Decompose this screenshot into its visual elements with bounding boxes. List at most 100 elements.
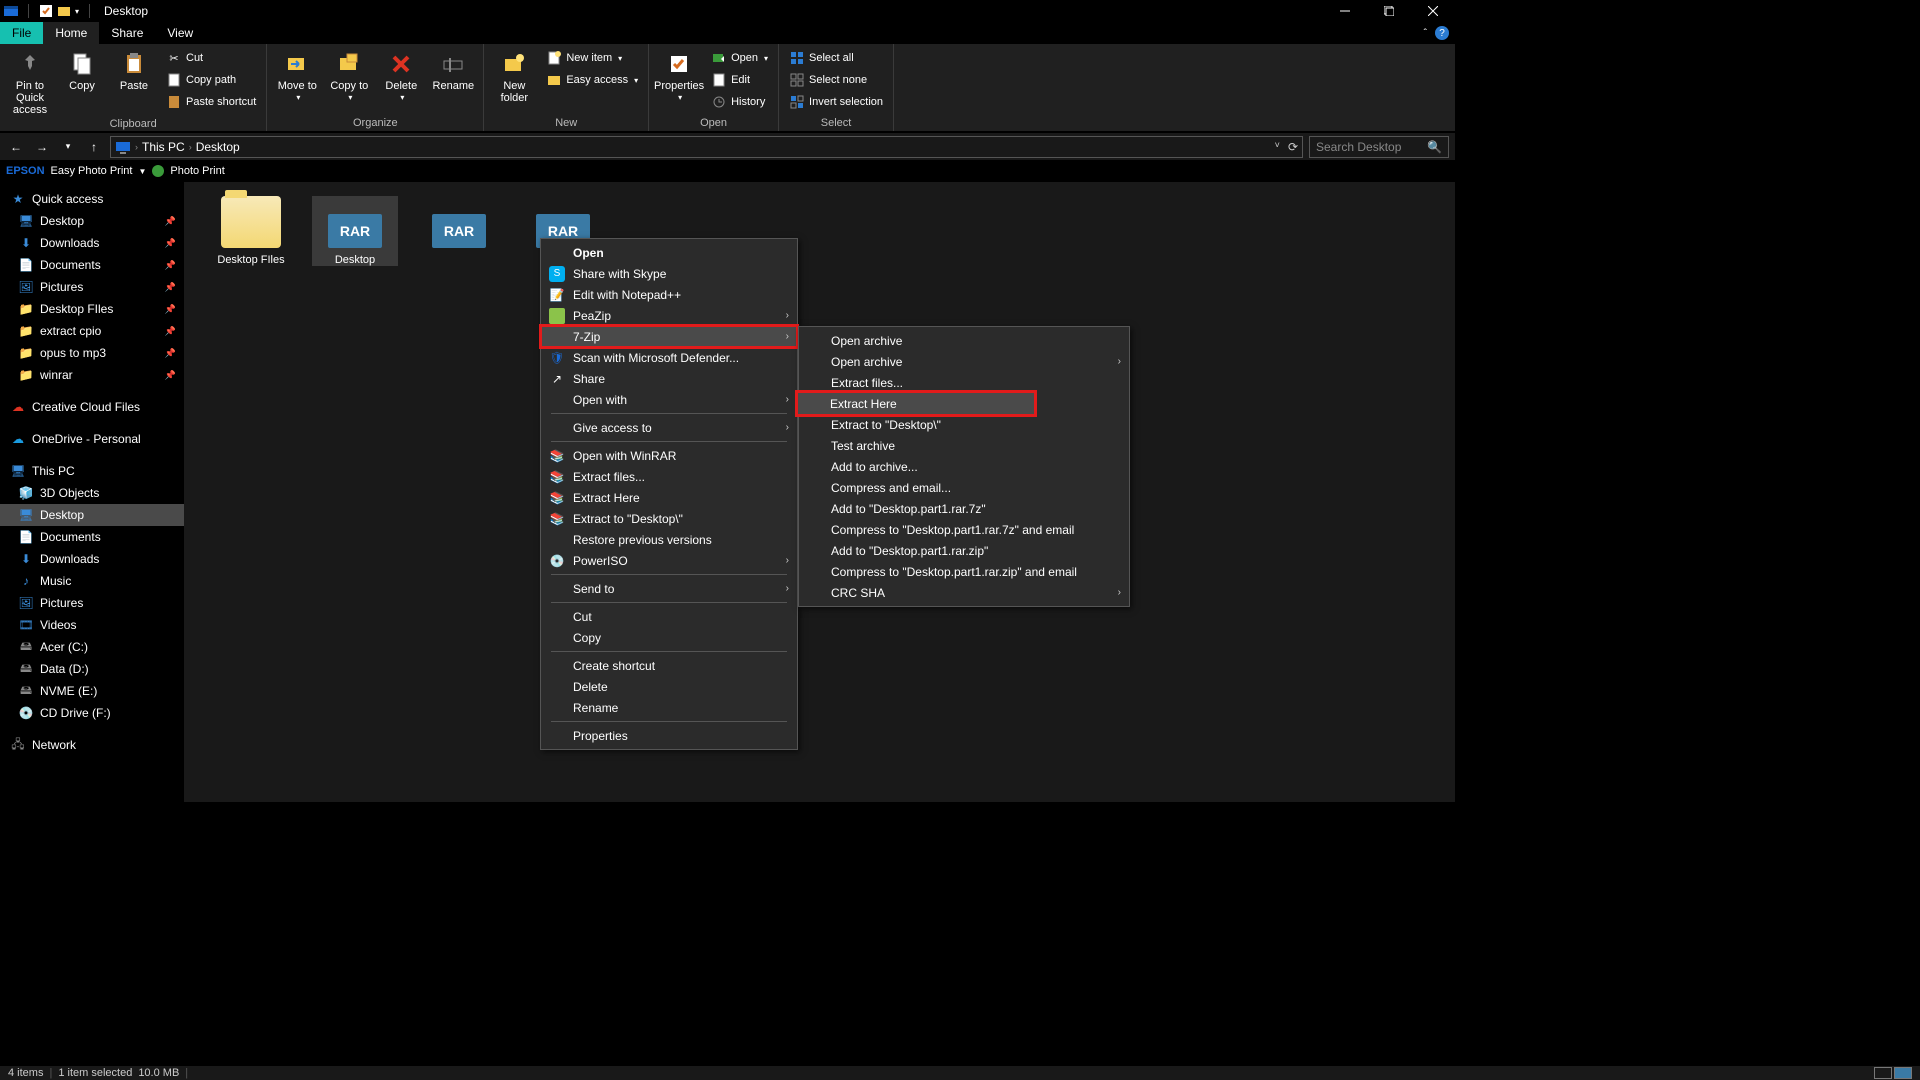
sidebar-item-opusmp3[interactable]: 📁opus to mp3📌 bbox=[0, 342, 184, 364]
properties-button[interactable]: Properties▾ bbox=[655, 46, 703, 103]
sub-compress-7z[interactable]: Compress to "Desktop.part1.rar.7z" and e… bbox=[799, 519, 1129, 540]
pin-quickaccess-button[interactable]: Pin to Quick access bbox=[6, 46, 54, 116]
help-icon[interactable]: ? bbox=[1435, 26, 1449, 40]
view-details-button[interactable] bbox=[1874, 1067, 1892, 1079]
sidebar-item-documents[interactable]: 📄Documents📌 bbox=[0, 254, 184, 276]
qat-newfolder-icon[interactable] bbox=[57, 4, 71, 18]
tab-view[interactable]: View bbox=[155, 22, 205, 44]
ctx-extracthere[interactable]: 📚Extract Here bbox=[541, 487, 797, 508]
up-button[interactable]: ↑ bbox=[84, 140, 104, 154]
ctx-cut[interactable]: Cut bbox=[541, 606, 797, 627]
open-button[interactable]: Open▾ bbox=[707, 48, 772, 68]
newfolder-button[interactable]: New folder bbox=[490, 46, 538, 104]
sidebar-item-downloads-pc[interactable]: ⬇Downloads bbox=[0, 548, 184, 570]
sidebar-item-desktop-pc[interactable]: 🖥Desktop bbox=[0, 504, 184, 526]
ctx-winrar[interactable]: 📚Open with WinRAR bbox=[541, 445, 797, 466]
sidebar-item-pictures[interactable]: 🖼Pictures📌 bbox=[0, 276, 184, 298]
address-bar[interactable]: › This PC › Desktop ˅ ⟳ bbox=[110, 136, 1303, 158]
sidebar-item-pictures-pc[interactable]: 🖼Pictures bbox=[0, 592, 184, 614]
file-item-rar-selected[interactable]: RAR Desktop bbox=[312, 196, 398, 266]
sidebar-item-nvme-e[interactable]: 🖴NVME (E:) bbox=[0, 680, 184, 702]
sidebar-thispc[interactable]: 🖥This PC bbox=[0, 460, 184, 482]
view-icons-button[interactable] bbox=[1894, 1067, 1912, 1079]
sub-openarchive2[interactable]: Open archive› bbox=[799, 351, 1129, 372]
ctx-defender[interactable]: 🛡Scan with Microsoft Defender... bbox=[541, 347, 797, 368]
sidebar-creative[interactable]: ☁Creative Cloud Files bbox=[0, 396, 184, 418]
ctx-restore[interactable]: Restore previous versions bbox=[541, 529, 797, 550]
sub-add[interactable]: Add to archive... bbox=[799, 456, 1129, 477]
sub-test[interactable]: Test archive bbox=[799, 435, 1129, 456]
ctx-properties[interactable]: Properties bbox=[541, 725, 797, 746]
delete-button[interactable]: Delete▾ bbox=[377, 46, 425, 103]
forward-button[interactable]: → bbox=[32, 140, 52, 154]
sidebar-item-documents-pc[interactable]: 📄Documents bbox=[0, 526, 184, 548]
cut-button[interactable]: ✂Cut bbox=[162, 48, 260, 68]
ctx-copy[interactable]: Copy bbox=[541, 627, 797, 648]
copy-button[interactable]: Copy bbox=[58, 46, 106, 92]
sidebar-item-acer-c[interactable]: 🖴Acer (C:) bbox=[0, 636, 184, 658]
sidebar-item-winrar[interactable]: 📁winrar📌 bbox=[0, 364, 184, 386]
ctx-sendto[interactable]: Send to› bbox=[541, 578, 797, 599]
address-dropdown-icon[interactable]: ˅ bbox=[1275, 140, 1280, 154]
tab-share[interactable]: Share bbox=[99, 22, 155, 44]
ctx-poweriso[interactable]: 💿PowerISO› bbox=[541, 550, 797, 571]
copypath-button[interactable]: Copy path bbox=[162, 70, 260, 90]
sub-add-7z[interactable]: Add to "Desktop.part1.rar.7z" bbox=[799, 498, 1129, 519]
newitem-button[interactable]: New item▾ bbox=[542, 48, 642, 68]
ctx-delete[interactable]: Delete bbox=[541, 676, 797, 697]
file-item-folder[interactable]: Desktop FIles bbox=[208, 196, 294, 266]
ctx-giveaccess[interactable]: Give access to› bbox=[541, 417, 797, 438]
ctx-7zip[interactable]: 7-Zip› bbox=[541, 326, 797, 347]
ctx-openwith[interactable]: Open with› bbox=[541, 389, 797, 410]
copyto-button[interactable]: Copy to▾ bbox=[325, 46, 373, 103]
sub-compress-email[interactable]: Compress and email... bbox=[799, 477, 1129, 498]
ctx-extractfiles[interactable]: 📚Extract files... bbox=[541, 466, 797, 487]
sidebar-item-3dobjects[interactable]: 🧊3D Objects bbox=[0, 482, 184, 504]
recent-dropdown[interactable]: ▾ bbox=[58, 141, 78, 152]
epson-easy-print[interactable]: Easy Photo Print bbox=[51, 165, 133, 177]
sidebar-network[interactable]: 🖧Network bbox=[0, 734, 184, 756]
ctx-rename[interactable]: Rename bbox=[541, 697, 797, 718]
ctx-open[interactable]: Open bbox=[541, 242, 797, 263]
sub-crc[interactable]: CRC SHA› bbox=[799, 582, 1129, 603]
invertselection-button[interactable]: Invert selection bbox=[785, 92, 887, 112]
ribbon-collapse-icon[interactable]: ˆ bbox=[1424, 28, 1427, 39]
content-area[interactable]: Desktop FIles RAR Desktop RAR RAR Open S… bbox=[184, 182, 1455, 802]
qat-properties-icon[interactable] bbox=[39, 4, 53, 18]
epson-photo-print[interactable]: Photo Print bbox=[170, 165, 224, 177]
sidebar-item-videos[interactable]: 🎞Videos bbox=[0, 614, 184, 636]
sidebar-item-desktopfiles[interactable]: 📁Desktop FIles📌 bbox=[0, 298, 184, 320]
sub-openarchive1[interactable]: Open archive bbox=[799, 330, 1129, 351]
sub-extractto[interactable]: Extract to "Desktop\" bbox=[799, 414, 1129, 435]
file-item-rar[interactable]: RAR bbox=[416, 196, 502, 266]
sidebar-quickaccess[interactable]: ★Quick access bbox=[0, 188, 184, 210]
selectall-button[interactable]: Select all bbox=[785, 48, 887, 68]
sidebar-item-desktop[interactable]: 🖥Desktop📌 bbox=[0, 210, 184, 232]
qat-dropdown-icon[interactable]: ▾ bbox=[75, 7, 79, 16]
epson-dropdown-icon[interactable]: ▼ bbox=[138, 167, 146, 176]
selectnone-button[interactable]: Select none bbox=[785, 70, 887, 90]
back-button[interactable]: ← bbox=[6, 140, 26, 154]
search-box[interactable]: Search Desktop 🔍 bbox=[1309, 136, 1449, 158]
ctx-peazip[interactable]: PeaZip› bbox=[541, 305, 797, 326]
maximize-button[interactable] bbox=[1367, 0, 1411, 22]
sidebar-item-data-d[interactable]: 🖴Data (D:) bbox=[0, 658, 184, 680]
breadcrumb-leaf[interactable]: Desktop bbox=[196, 140, 240, 154]
ctx-skype[interactable]: SShare with Skype bbox=[541, 263, 797, 284]
pasteshortcut-button[interactable]: Paste shortcut bbox=[162, 92, 260, 112]
tab-home[interactable]: Home bbox=[43, 22, 99, 44]
sub-extracthere[interactable]: Extract Here bbox=[798, 393, 1034, 414]
paste-button[interactable]: Paste bbox=[110, 46, 158, 92]
breadcrumb-root[interactable]: This PC bbox=[142, 140, 185, 154]
sidebar-onedrive[interactable]: ☁OneDrive - Personal bbox=[0, 428, 184, 450]
sidebar-item-downloads[interactable]: ⬇Downloads📌 bbox=[0, 232, 184, 254]
ctx-notepad[interactable]: 📝Edit with Notepad++ bbox=[541, 284, 797, 305]
sub-compress-zip[interactable]: Compress to "Desktop.part1.rar.zip" and … bbox=[799, 561, 1129, 582]
ctx-share[interactable]: ↗Share bbox=[541, 368, 797, 389]
moveto-button[interactable]: Move to▾ bbox=[273, 46, 321, 103]
easyaccess-button[interactable]: Easy access▾ bbox=[542, 70, 642, 90]
ctx-extractto[interactable]: 📚Extract to "Desktop\" bbox=[541, 508, 797, 529]
rename-button[interactable]: Rename bbox=[429, 46, 477, 92]
sidebar-item-extractcpio[interactable]: 📁extract cpio📌 bbox=[0, 320, 184, 342]
tab-file[interactable]: File bbox=[0, 22, 43, 44]
